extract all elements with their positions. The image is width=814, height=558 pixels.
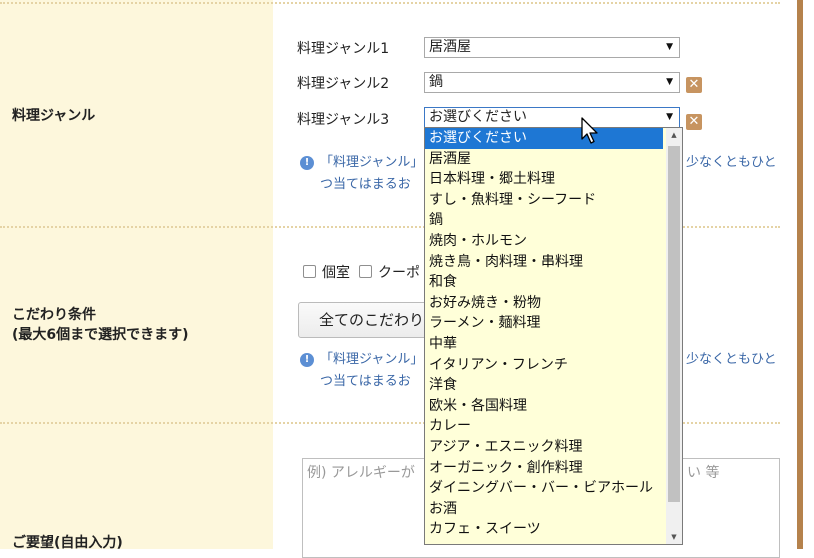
private-room-checkbox[interactable] [303,265,316,278]
genre2-value: 鍋 [429,74,443,90]
request-placeholder-left: 例) アレルギーが [307,465,415,481]
dropdown-option[interactable]: カレー [425,416,663,437]
dropdown-option[interactable]: お好み焼き・粉物 [425,293,663,314]
info-icon: ! [300,353,314,367]
scroll-up-icon[interactable]: ▲ [666,128,682,142]
dropdown-option[interactable]: お酒 [425,499,663,520]
kodawari-label-line1: こだわり条件 [12,307,96,323]
dropdown-scrollbar[interactable]: ▲ ▼ [666,128,682,544]
genre3-select[interactable]: お選びください ▼ [424,107,680,128]
dropdown-option[interactable]: 洋食 [425,375,663,396]
dropdown-options: お選びください 居酒屋 日本料理・郷土料理 すし・魚料理・シーフード鍋焼肉・ホルモン焼… [425,128,682,540]
kodawari-section-label: こだわり条件 (最大6個まで選択できます) [12,305,189,345]
dropdown-option[interactable]: オーガニック・創作料理 [425,458,663,479]
kodawari-note-line2: つ当てはまるお [320,374,411,389]
genre-section-label: 料理ジャンル [12,108,96,124]
dropdown-option[interactable]: アジア・エスニック料理 [425,437,663,458]
scroll-down-icon[interactable]: ▼ [666,530,682,544]
dropdown-option[interactable]: ラーメン・麺料理 [425,313,663,334]
dropdown-option[interactable]: お選びください [425,128,663,149]
dropdown-option[interactable]: イタリアン・フレンチ [425,355,663,376]
genre3-dropdown-list[interactable]: お選びください 居酒屋 日本料理・郷土料理 すし・魚料理・シーフード鍋焼肉・ホルモン焼… [424,127,683,545]
genre3-label: 料理ジャンル3 [297,112,390,128]
dropdown-option[interactable]: 鍋 [425,210,663,231]
dropdown-option[interactable]: 焼肉・ホルモン [425,231,663,252]
kodawari-label-line2: (最大6個まで選択できます) [12,327,189,343]
genre2-label: 料理ジャンル2 [297,76,390,92]
dropdown-option[interactable]: 和食 [425,272,663,293]
dropdown-option[interactable]: すし・魚料理・シーフード [425,190,663,211]
coupon-checkbox[interactable] [359,265,372,278]
genre2-remove-button[interactable]: ✕ [686,77,702,93]
divider-top [0,2,780,4]
dropdown-option[interactable]: 居酒屋 [425,149,663,170]
dropdown-option[interactable]: 日本料理・郷土料理 [425,169,663,190]
private-room-label: 個室 [322,265,350,281]
genre3-value: お選びください [429,109,527,125]
right-border [797,0,803,549]
info-icon: ! [300,156,314,170]
genre3-remove-button[interactable]: ✕ [686,114,702,130]
scrollbar-thumb[interactable] [668,146,680,502]
genre-note-right: 少なくともひと [686,155,777,170]
mouse-cursor-icon [581,117,598,144]
genre2-select[interactable]: 鍋 ▼ [424,72,680,93]
chevron-down-icon: ▼ [666,42,673,52]
dropdown-option[interactable]: 焼き鳥・肉料理・串料理 [425,252,663,273]
kodawari-note-left: 「料理ジャンル」 [320,352,424,367]
kodawari-note-right: 少なくともひと [686,352,777,367]
request-placeholder-right: い 等 [687,465,720,481]
dropdown-option[interactable]: ダイニングバー・バー・ビアホール [425,478,663,499]
request-section-label: ご要望(自由入力) [12,535,123,551]
genre1-select[interactable]: 居酒屋 ▼ [424,37,680,58]
genre-note-left: 「料理ジャンル」 [320,155,424,170]
genre-note-line2: つ当てはまるお [320,177,411,192]
genre1-label: 料理ジャンル1 [297,41,390,57]
dropdown-option[interactable]: 中華 [425,334,663,355]
dropdown-option[interactable]: 欧米・各国料理 [425,396,663,417]
genre1-value: 居酒屋 [429,39,471,55]
dropdown-option[interactable]: カフェ・スイーツ [425,519,663,540]
label-column [0,0,273,549]
chevron-down-icon: ▼ [666,77,673,87]
chevron-down-icon: ▼ [666,112,673,122]
coupon-label: クーポ [378,265,420,281]
